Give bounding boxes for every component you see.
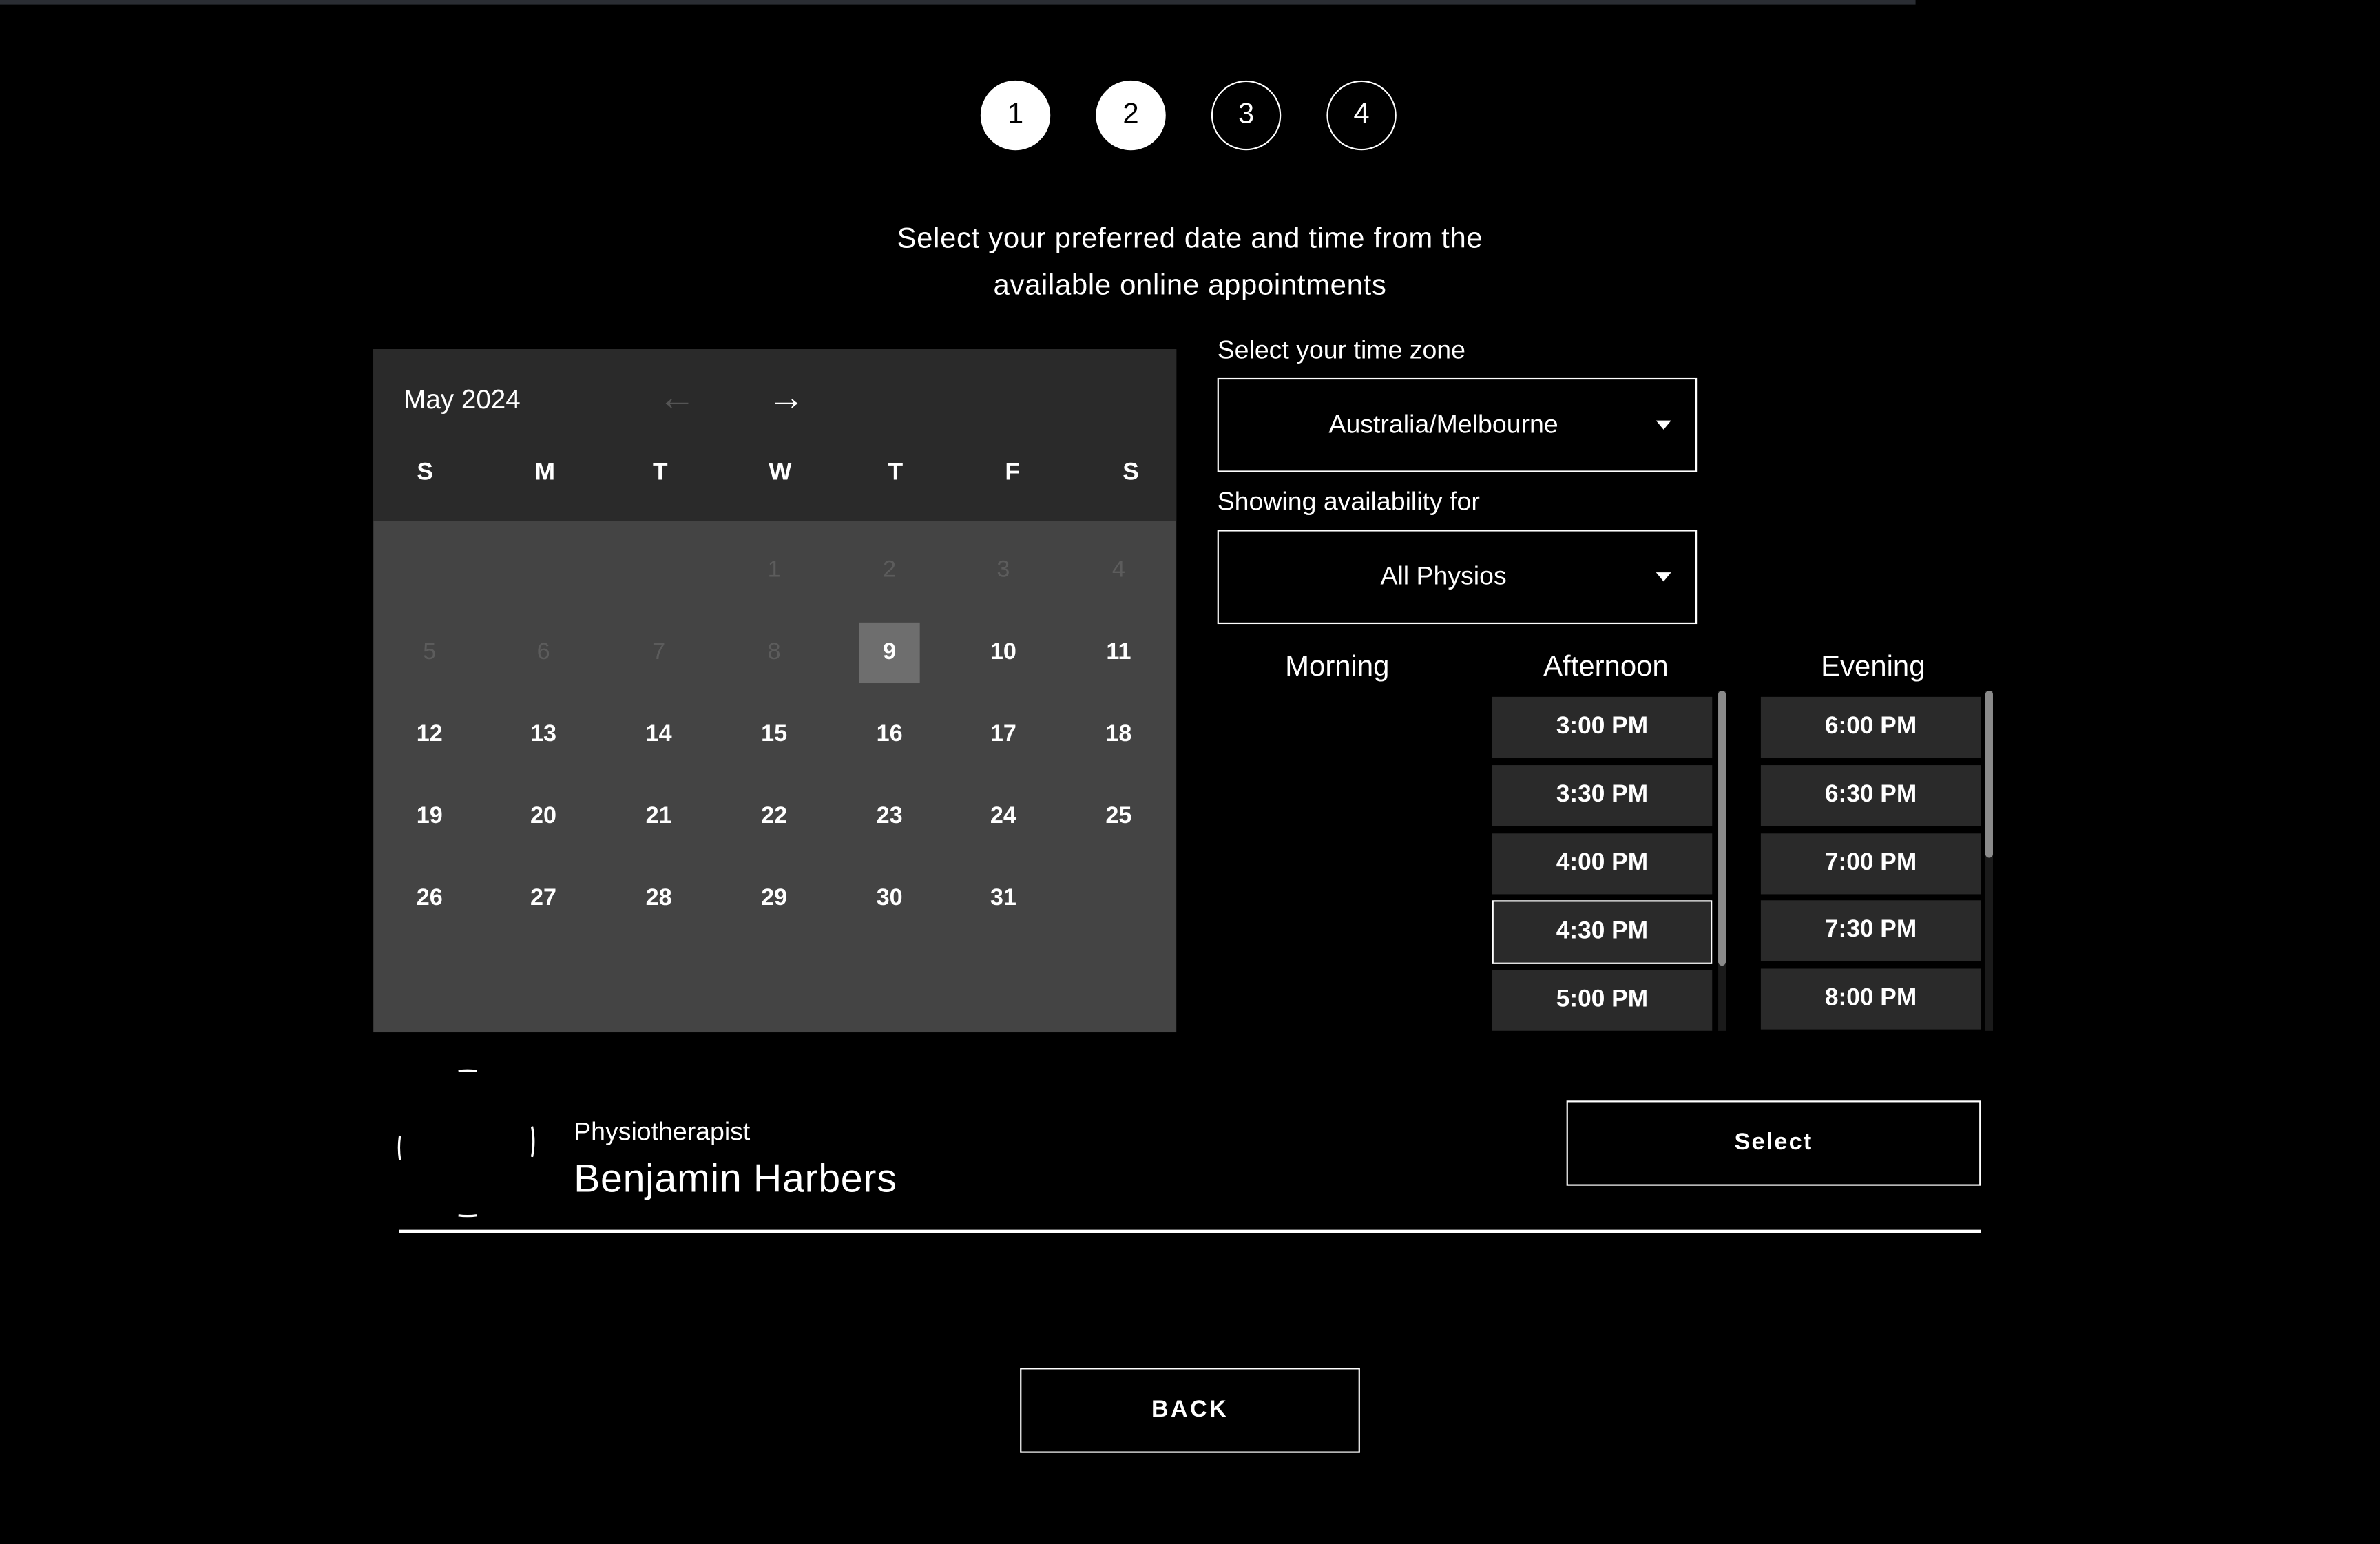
weekday-label: F	[1005, 459, 1020, 486]
calendar-day[interactable]: 24	[973, 786, 1034, 847]
calendar-day[interactable]: 11	[1088, 623, 1149, 683]
calendar-day[interactable]: 25	[1088, 786, 1149, 847]
physio-filter-select[interactable]: All Physios	[1217, 530, 1698, 625]
afternoon-heading: Afternoon	[1543, 651, 1669, 684]
caret-down-icon	[1656, 420, 1671, 430]
avatar	[397, 1069, 535, 1218]
calendar-day: 5	[423, 639, 437, 665]
calendar-day[interactable]: 20	[513, 786, 574, 847]
calendar-day[interactable]: 18	[1088, 705, 1149, 765]
scrollbar-thumb[interactable]	[1718, 691, 1726, 966]
calendar-day[interactable]: 21	[628, 786, 689, 847]
afternoon-slot-list: 3:00 PM 3:30 PM 4:00 PM 4:30 PM 5:00 PM	[1492, 696, 1714, 1031]
date-picker: May 2024 ← → S M T W T F S 1 2 3 4 5 6 7…	[373, 349, 1177, 1033]
calendar-day: 1	[767, 557, 781, 583]
back-button[interactable]: BACK	[1020, 1368, 1360, 1453]
calendar-day[interactable]: 26	[399, 868, 460, 929]
timezone-label: Select your time zone	[1217, 335, 1465, 365]
calendar-day[interactable]: 29	[744, 868, 804, 929]
calendar-day[interactable]: 17	[973, 705, 1034, 765]
booking-stage: 1 2 3 4 Select your preferred date and t…	[0, 0, 2380, 1544]
calendar-day: 7	[652, 639, 666, 665]
time-slot[interactable]: 6:30 PM	[1760, 765, 1981, 826]
instruction-line-2: available online appointments	[993, 269, 1387, 302]
scrollbar-thumb[interactable]	[1985, 691, 1993, 858]
calendar-day[interactable]: 19	[399, 786, 460, 847]
calendar-day: 4	[1111, 557, 1125, 583]
calendar-month-label: May 2024	[404, 384, 521, 415]
timezone-value: Australia/Melbourne	[1328, 409, 1558, 438]
divider	[399, 1229, 1981, 1232]
time-slot[interactable]: 7:30 PM	[1760, 900, 1981, 961]
calendar-day[interactable]: 30	[859, 868, 920, 929]
instruction-line-1: Select your preferred date and time from…	[897, 223, 1483, 255]
instruction-text: Select your preferred date and time from…	[811, 217, 1569, 309]
time-slot[interactable]: 7:00 PM	[1760, 833, 1981, 895]
calendar-day[interactable]: 22	[744, 786, 804, 847]
time-slot[interactable]: 8:00 PM	[1760, 968, 1981, 1030]
select-physio-button[interactable]: Select	[1566, 1100, 1981, 1186]
calendar-day[interactable]: 16	[859, 705, 920, 765]
evening-slot-list: 6:00 PM 6:30 PM 7:00 PM 7:30 PM 8:00 PM	[1760, 696, 1983, 1031]
weekday-label: T	[653, 459, 668, 486]
calendar-day[interactable]: 15	[744, 705, 804, 765]
step-4[interactable]: 4	[1326, 80, 1397, 151]
calendar-day: 3	[996, 557, 1010, 583]
evening-heading: Evening	[1821, 651, 1925, 684]
time-slot[interactable]: 3:00 PM	[1492, 696, 1713, 758]
calendar-day[interactable]: 28	[628, 868, 689, 929]
calendar-day-selected[interactable]: 9	[859, 622, 920, 684]
time-slot[interactable]: 3:30 PM	[1492, 765, 1713, 826]
step-2[interactable]: 2	[1096, 80, 1166, 151]
weekday-label: T	[888, 459, 904, 486]
weekday-label: M	[534, 459, 555, 486]
caret-down-icon	[1656, 572, 1671, 582]
time-slot[interactable]: 4:00 PM	[1492, 833, 1713, 895]
physio-name: Benjamin Harbers	[574, 1155, 897, 1201]
arrow-left-icon[interactable]: ←	[647, 375, 707, 421]
calendar-day[interactable]: 23	[859, 786, 920, 847]
evening-scrollbar[interactable]	[1985, 691, 1993, 1031]
calendar-day: 6	[536, 639, 550, 665]
time-slot[interactable]: 5:00 PM	[1492, 970, 1713, 1031]
calendar-day: 2	[883, 557, 897, 583]
weekday-label: S	[417, 459, 433, 486]
step-1[interactable]: 1	[980, 80, 1051, 151]
physio-filter-value: All Physios	[1380, 561, 1507, 590]
calendar-day: 8	[767, 639, 781, 665]
physio-role: Physiotherapist	[574, 1117, 751, 1147]
calendar-header: May 2024 ← → S M T W T F S	[373, 349, 1177, 521]
weekday-label: S	[1123, 459, 1139, 486]
step-3[interactable]: 3	[1211, 80, 1282, 151]
afternoon-scrollbar[interactable]	[1718, 691, 1726, 1031]
time-slot-active[interactable]: 4:30 PM	[1492, 900, 1713, 964]
morning-heading: Morning	[1285, 651, 1390, 684]
availability-label: Showing availability for	[1217, 487, 1480, 517]
step-indicator: 1 2 3 4	[0, 0, 2380, 167]
time-slot[interactable]: 6:00 PM	[1760, 696, 1981, 758]
weekday-label: W	[769, 459, 792, 486]
calendar-day[interactable]: 27	[513, 868, 574, 929]
arrow-right-icon[interactable]: →	[756, 375, 817, 421]
calendar-day[interactable]: 13	[513, 705, 574, 765]
calendar-day[interactable]: 10	[973, 623, 1034, 683]
calendar-day[interactable]: 12	[399, 705, 460, 765]
calendar-day[interactable]: 31	[973, 868, 1034, 929]
calendar-day[interactable]: 14	[628, 705, 689, 765]
timezone-select[interactable]: Australia/Melbourne	[1217, 377, 1698, 472]
